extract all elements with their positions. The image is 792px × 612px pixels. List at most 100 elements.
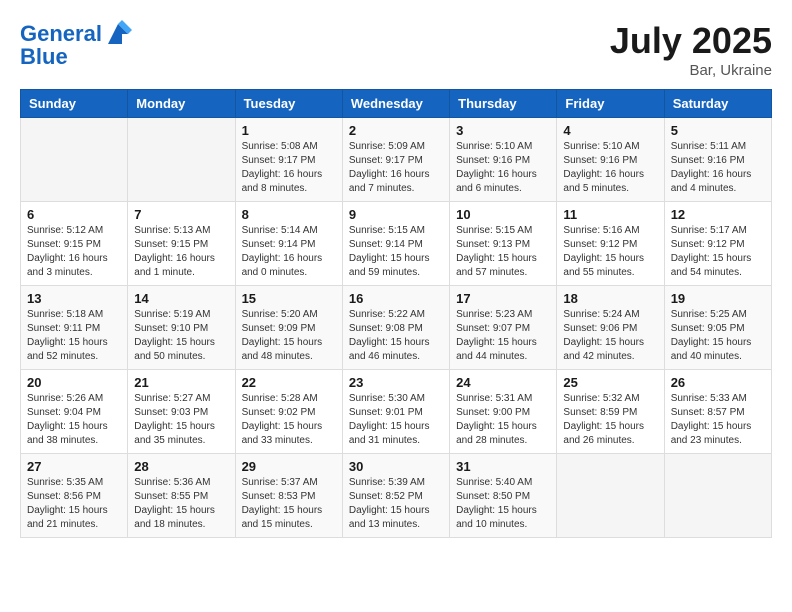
day-number: 18 xyxy=(563,291,657,306)
calendar-week-2: 6 Sunrise: 5:12 AM Sunset: 9:15 PM Daylig… xyxy=(21,202,772,286)
day-number: 21 xyxy=(134,375,228,390)
day-info: Sunrise: 5:10 AM Sunset: 9:16 PM Dayligh… xyxy=(563,140,657,196)
calendar-cell: 20 Sunrise: 5:26 AM Sunset: 9:04 PM Dayli… xyxy=(21,370,128,454)
day-number: 6 xyxy=(27,207,121,222)
page-header: General Blue July 2025 Bar, Ukraine xyxy=(20,20,772,79)
day-info: Sunrise: 5:18 AM Sunset: 9:11 PM Dayligh… xyxy=(27,308,121,364)
calendar-table: SundayMondayTuesdayWednesdayThursdayFrid… xyxy=(20,89,772,538)
day-info: Sunrise: 5:08 AM Sunset: 9:17 PM Dayligh… xyxy=(242,140,336,196)
calendar-cell: 24 Sunrise: 5:31 AM Sunset: 9:00 PM Dayli… xyxy=(450,370,557,454)
calendar-cell: 26 Sunrise: 5:33 AM Sunset: 8:57 PM Dayli… xyxy=(664,370,771,454)
day-info: Sunrise: 5:27 AM Sunset: 9:03 PM Dayligh… xyxy=(134,392,228,448)
day-number: 29 xyxy=(242,459,336,474)
calendar-cell: 16 Sunrise: 5:22 AM Sunset: 9:08 PM Dayli… xyxy=(342,286,449,370)
day-info: Sunrise: 5:13 AM Sunset: 9:15 PM Dayligh… xyxy=(134,224,228,280)
day-info: Sunrise: 5:09 AM Sunset: 9:17 PM Dayligh… xyxy=(349,140,443,196)
weekday-header-wednesday: Wednesday xyxy=(342,90,449,118)
day-number: 16 xyxy=(349,291,443,306)
day-number: 28 xyxy=(134,459,228,474)
day-info: Sunrise: 5:16 AM Sunset: 9:12 PM Dayligh… xyxy=(563,224,657,280)
day-number: 27 xyxy=(27,459,121,474)
day-info: Sunrise: 5:22 AM Sunset: 9:08 PM Dayligh… xyxy=(349,308,443,364)
calendar-cell xyxy=(664,454,771,538)
calendar-cell: 12 Sunrise: 5:17 AM Sunset: 9:12 PM Dayli… xyxy=(664,202,771,286)
logo-text: General xyxy=(20,22,102,46)
day-number: 30 xyxy=(349,459,443,474)
day-info: Sunrise: 5:40 AM Sunset: 8:50 PM Dayligh… xyxy=(456,476,550,532)
calendar-cell: 31Sunrise: 5:40 AM Sunset: 8:50 PM Dayli… xyxy=(450,454,557,538)
calendar-cell: 15 Sunrise: 5:20 AM Sunset: 9:09 PM Dayli… xyxy=(235,286,342,370)
day-number: 14 xyxy=(134,291,228,306)
day-number: 25 xyxy=(563,375,657,390)
logo: General Blue xyxy=(20,20,132,70)
day-info: Sunrise: 5:31 AM Sunset: 9:00 PM Dayligh… xyxy=(456,392,550,448)
day-number: 22 xyxy=(242,375,336,390)
logo-icon xyxy=(104,20,132,48)
calendar-cell: 13 Sunrise: 5:18 AM Sunset: 9:11 PM Dayli… xyxy=(21,286,128,370)
calendar-cell: 18Sunrise: 5:24 AM Sunset: 9:06 PM Dayli… xyxy=(557,286,664,370)
calendar-cell: 19 Sunrise: 5:25 AM Sunset: 9:05 PM Dayli… xyxy=(664,286,771,370)
calendar-week-5: 27 Sunrise: 5:35 AM Sunset: 8:56 PM Dayli… xyxy=(21,454,772,538)
day-number: 23 xyxy=(349,375,443,390)
location: Bar, Ukraine xyxy=(610,62,772,79)
calendar-cell: 25 Sunrise: 5:32 AM Sunset: 8:59 PM Dayli… xyxy=(557,370,664,454)
day-info: Sunrise: 5:36 AM Sunset: 8:55 PM Dayligh… xyxy=(134,476,228,532)
day-number: 13 xyxy=(27,291,121,306)
calendar-cell: 4 Sunrise: 5:10 AM Sunset: 9:16 PM Daylig… xyxy=(557,118,664,202)
calendar-cell: 28 Sunrise: 5:36 AM Sunset: 8:55 PM Dayli… xyxy=(128,454,235,538)
day-info: Sunrise: 5:23 AM Sunset: 9:07 PM Dayligh… xyxy=(456,308,550,364)
day-number: 12 xyxy=(671,207,765,222)
day-number: 17 xyxy=(456,291,550,306)
month-year: July 2025 xyxy=(610,20,772,62)
weekday-header-monday: Monday xyxy=(128,90,235,118)
calendar-cell: 2Sunrise: 5:09 AM Sunset: 9:17 PM Daylig… xyxy=(342,118,449,202)
day-number: 19 xyxy=(671,291,765,306)
day-number: 7 xyxy=(134,207,228,222)
weekday-header-row: SundayMondayTuesdayWednesdayThursdayFrid… xyxy=(21,90,772,118)
calendar-cell: 8Sunrise: 5:14 AM Sunset: 9:14 PM Daylig… xyxy=(235,202,342,286)
calendar-cell: 30Sunrise: 5:39 AM Sunset: 8:52 PM Dayli… xyxy=(342,454,449,538)
day-number: 15 xyxy=(242,291,336,306)
calendar-week-4: 20 Sunrise: 5:26 AM Sunset: 9:04 PM Dayli… xyxy=(21,370,772,454)
calendar-cell: 17 Sunrise: 5:23 AM Sunset: 9:07 PM Dayli… xyxy=(450,286,557,370)
day-info: Sunrise: 5:12 AM Sunset: 9:15 PM Dayligh… xyxy=(27,224,121,280)
day-info: Sunrise: 5:30 AM Sunset: 9:01 PM Dayligh… xyxy=(349,392,443,448)
day-number: 4 xyxy=(563,123,657,138)
day-info: Sunrise: 5:35 AM Sunset: 8:56 PM Dayligh… xyxy=(27,476,121,532)
weekday-header-friday: Friday xyxy=(557,90,664,118)
calendar-cell xyxy=(557,454,664,538)
day-number: 24 xyxy=(456,375,550,390)
calendar-cell: 9 Sunrise: 5:15 AM Sunset: 9:14 PM Daylig… xyxy=(342,202,449,286)
day-info: Sunrise: 5:20 AM Sunset: 9:09 PM Dayligh… xyxy=(242,308,336,364)
day-info: Sunrise: 5:19 AM Sunset: 9:10 PM Dayligh… xyxy=(134,308,228,364)
calendar-cell: 10Sunrise: 5:15 AM Sunset: 9:13 PM Dayli… xyxy=(450,202,557,286)
day-number: 11 xyxy=(563,207,657,222)
day-number: 20 xyxy=(27,375,121,390)
day-info: Sunrise: 5:15 AM Sunset: 9:14 PM Dayligh… xyxy=(349,224,443,280)
day-info: Sunrise: 5:10 AM Sunset: 9:16 PM Dayligh… xyxy=(456,140,550,196)
day-number: 1 xyxy=(242,123,336,138)
title-block: July 2025 Bar, Ukraine xyxy=(610,20,772,79)
day-info: Sunrise: 5:26 AM Sunset: 9:04 PM Dayligh… xyxy=(27,392,121,448)
calendar-cell: 29 Sunrise: 5:37 AM Sunset: 8:53 PM Dayli… xyxy=(235,454,342,538)
calendar-week-1: 1 Sunrise: 5:08 AM Sunset: 9:17 PM Daylig… xyxy=(21,118,772,202)
day-info: Sunrise: 5:32 AM Sunset: 8:59 PM Dayligh… xyxy=(563,392,657,448)
calendar-cell: 27 Sunrise: 5:35 AM Sunset: 8:56 PM Dayli… xyxy=(21,454,128,538)
logo-general: General xyxy=(20,21,102,46)
day-number: 9 xyxy=(349,207,443,222)
day-number: 8 xyxy=(242,207,336,222)
day-info: Sunrise: 5:28 AM Sunset: 9:02 PM Dayligh… xyxy=(242,392,336,448)
calendar-cell: 3 Sunrise: 5:10 AM Sunset: 9:16 PM Daylig… xyxy=(450,118,557,202)
day-number: 26 xyxy=(671,375,765,390)
calendar-cell xyxy=(21,118,128,202)
calendar-cell: 1 Sunrise: 5:08 AM Sunset: 9:17 PM Daylig… xyxy=(235,118,342,202)
day-info: Sunrise: 5:17 AM Sunset: 9:12 PM Dayligh… xyxy=(671,224,765,280)
calendar-cell: 11 Sunrise: 5:16 AM Sunset: 9:12 PM Dayli… xyxy=(557,202,664,286)
day-info: Sunrise: 5:25 AM Sunset: 9:05 PM Dayligh… xyxy=(671,308,765,364)
day-info: Sunrise: 5:37 AM Sunset: 8:53 PM Dayligh… xyxy=(242,476,336,532)
day-info: Sunrise: 5:33 AM Sunset: 8:57 PM Dayligh… xyxy=(671,392,765,448)
calendar-cell xyxy=(128,118,235,202)
calendar-cell: 7 Sunrise: 5:13 AM Sunset: 9:15 PM Daylig… xyxy=(128,202,235,286)
calendar-week-3: 13 Sunrise: 5:18 AM Sunset: 9:11 PM Dayli… xyxy=(21,286,772,370)
day-number: 3 xyxy=(456,123,550,138)
